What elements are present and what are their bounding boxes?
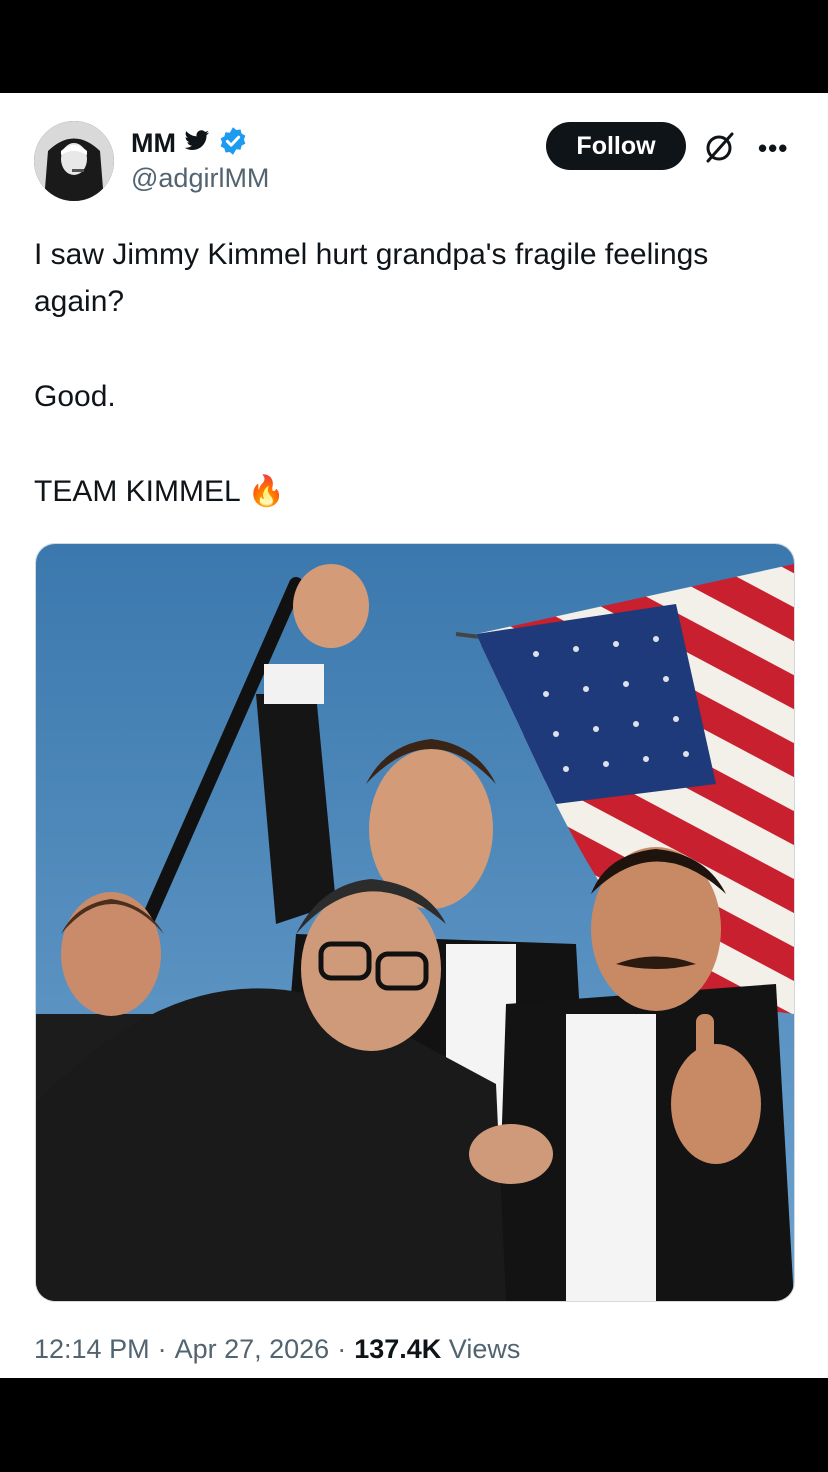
- avatar[interactable]: [34, 121, 114, 201]
- author-name-row[interactable]: MM: [131, 125, 248, 161]
- fire-emoji-icon: 🔥: [247, 475, 286, 508]
- tweet-line-2: Good.: [34, 380, 116, 413]
- views[interactable]: 137.4K Views: [354, 1334, 520, 1365]
- tweet-meta: 12:14 PM · Apr 27, 2026 · 137.4K Views: [34, 1334, 520, 1365]
- tweet-line-1: I saw Jimmy Kimmel hurt grandpa's fragil…: [34, 238, 709, 318]
- tweet-card: MM @adgirlMM Follow ••• I saw Jimmy Kimm…: [0, 93, 828, 1378]
- verified-badge-icon: [218, 126, 248, 161]
- tweet-time[interactable]: 12:14 PM: [34, 1334, 150, 1365]
- meta-separator: ·: [337, 1334, 347, 1364]
- tweet-line-3: TEAM KIMMEL 🔥: [34, 468, 774, 515]
- meta-separator: ·: [157, 1334, 167, 1364]
- follow-button[interactable]: Follow: [546, 122, 686, 170]
- views-label: Views: [448, 1334, 521, 1364]
- author-name[interactable]: MM: [131, 128, 176, 159]
- tweet-date[interactable]: Apr 27, 2026: [175, 1334, 330, 1365]
- tweet-image[interactable]: [35, 543, 795, 1302]
- author-handle[interactable]: @adgirlMM: [131, 163, 269, 194]
- tweet-text: I saw Jimmy Kimmel hurt grandpa's fragil…: [34, 231, 774, 515]
- views-count: 137.4K: [354, 1334, 442, 1364]
- more-options-icon[interactable]: •••: [758, 133, 788, 164]
- grok-icon[interactable]: [702, 131, 736, 165]
- tweet-line-3-text: TEAM KIMMEL: [34, 475, 240, 508]
- twitter-bird-icon: [184, 129, 210, 157]
